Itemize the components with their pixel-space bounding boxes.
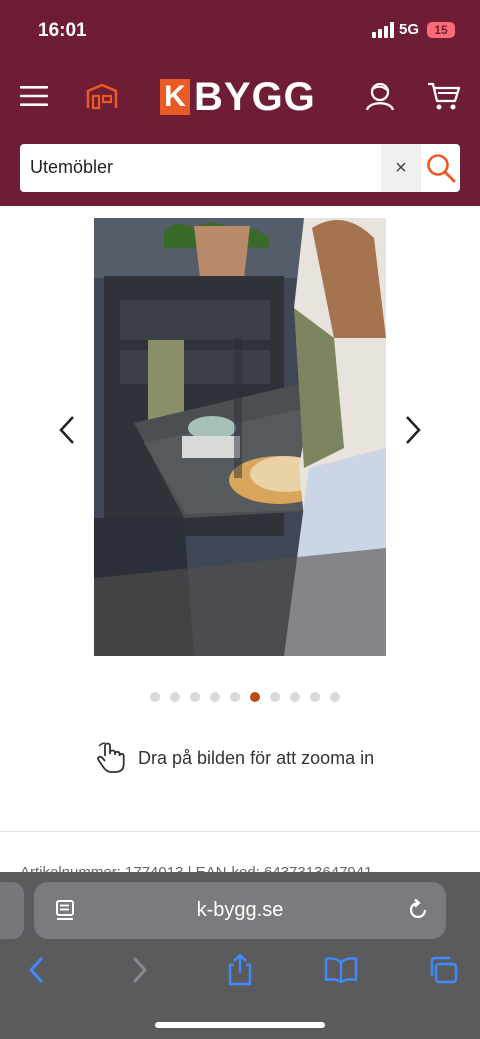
signal-icon: [372, 22, 394, 38]
menu-icon[interactable]: [16, 78, 52, 114]
clear-search-button[interactable]: ×: [381, 144, 421, 192]
bookmarks-button[interactable]: [323, 952, 359, 988]
pagination-dot[interactable]: [190, 692, 200, 702]
product-photo: [94, 218, 386, 656]
bookmarks-icon: [324, 957, 358, 984]
share-button[interactable]: [222, 952, 258, 988]
pagination-dot[interactable]: [230, 692, 240, 702]
previous-tab-peek[interactable]: [0, 882, 24, 939]
pagination-dot-active[interactable]: [250, 692, 260, 702]
logo-word: BYGG: [194, 75, 316, 119]
tabs-button[interactable]: [425, 952, 461, 988]
previous-image-button[interactable]: [52, 410, 82, 450]
search-input[interactable]: Utemöbler: [30, 157, 113, 178]
logo-k: K: [160, 79, 190, 115]
back-arrow-icon: [29, 957, 43, 983]
pagination-dot[interactable]: [270, 692, 280, 702]
hand-drag-icon: [97, 742, 125, 773]
pagination-dot[interactable]: [170, 692, 180, 702]
battery-indicator: 15: [427, 22, 455, 38]
tabs-icon: [430, 956, 458, 984]
address-bar[interactable]: k-bygg.se: [34, 882, 446, 939]
pagination-dot[interactable]: [210, 692, 220, 702]
chevron-left-icon: [59, 416, 74, 444]
forward-button[interactable]: [122, 952, 158, 988]
url-text: k-bygg.se: [196, 899, 284, 921]
cart-icon[interactable]: [426, 78, 462, 114]
home-indicator: [155, 1022, 325, 1028]
forward-arrow-icon: [133, 957, 147, 983]
search-icon[interactable]: [421, 144, 460, 192]
network-type: 5G: [399, 21, 420, 38]
zoom-hint-text: Dra på bilden för att zooma in: [138, 747, 375, 768]
pagination-dot[interactable]: [330, 692, 340, 702]
status-time: 16:01: [38, 20, 87, 41]
nav-bar: K BYGG: [0, 70, 480, 124]
share-icon: [228, 953, 252, 986]
zoom-hint: Dra på bilden för att zooma in: [96, 742, 374, 774]
reload-icon[interactable]: [406, 898, 430, 922]
back-button[interactable]: [18, 952, 54, 988]
product-image[interactable]: [94, 218, 386, 656]
gallery-pagination: [150, 692, 340, 704]
section-divider: [0, 831, 480, 832]
pagination-dot[interactable]: [310, 692, 320, 702]
chevron-right-icon: [406, 416, 421, 444]
header: 16:01 5G 15 K BYGG Utemöbler ×: [0, 0, 480, 206]
status-bar: 16:01 5G 15: [0, 0, 480, 60]
kbygg-logo[interactable]: K BYGG: [160, 76, 322, 118]
store-icon[interactable]: [84, 78, 120, 114]
next-image-button[interactable]: [398, 410, 428, 450]
search-bar: Utemöbler ×: [20, 144, 460, 192]
pagination-dot[interactable]: [150, 692, 160, 702]
account-icon[interactable]: [362, 78, 398, 114]
browser-toolbar: k-bygg.se: [0, 872, 480, 1039]
pagination-dot[interactable]: [290, 692, 300, 702]
